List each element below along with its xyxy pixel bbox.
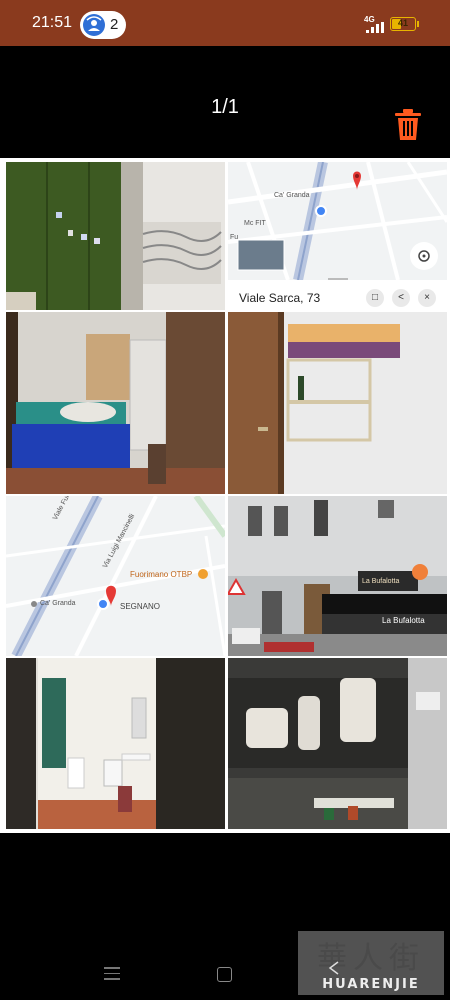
page-counter: 1/1 (211, 96, 239, 118)
street-sign-top: La Bufalotta (362, 578, 400, 585)
hotspot-indicator[interactable]: 2 (80, 11, 126, 39)
photo-bathroom (6, 658, 225, 829)
map-neighborhood[interactable]: Viale Fulvio Testi Via Luigi Mancinelli … (6, 496, 225, 656)
photo-shelf (228, 312, 447, 494)
photo-street: La Bufalotta La Bufalotta (228, 496, 447, 656)
delete-button[interactable] (393, 108, 423, 142)
battery-tip (417, 21, 419, 27)
photo-wardrobe (6, 162, 225, 310)
map-label-ca-granda-2: Ca' Granda (40, 600, 76, 607)
photo-kitchen (228, 658, 447, 829)
watermark-english: HUARENJIE (322, 977, 420, 992)
battery-level: 41 (397, 18, 408, 28)
battery-icon: 41 (390, 17, 416, 31)
map-location[interactable]: Ca' Granda Mc FIT Fu Viale Sarca, 73 □ <… (228, 162, 447, 310)
photo-bedroom (6, 312, 225, 494)
map-label-segnano: SEGNANO (120, 602, 161, 611)
back-icon[interactable] (328, 961, 340, 975)
status-bar: 21:51 2 4G 41 (0, 0, 450, 46)
home-icon[interactable] (217, 967, 232, 982)
place-card[interactable]: Viale Sarca, 73 □ < × (228, 280, 447, 310)
hotspot-count: 2 (110, 16, 119, 33)
trash-icon (395, 109, 421, 140)
signal-icon (366, 22, 384, 33)
watermark-chinese: 華人街 (317, 941, 425, 976)
menu-icon[interactable] (104, 967, 120, 981)
watermark: 華人街 HUARENJIE (298, 931, 444, 995)
bookmark-icon[interactable]: □ (366, 289, 384, 307)
map-label-ca-granda: Ca' Granda (274, 192, 310, 199)
map-label-mcfit: Mc FIT (244, 220, 266, 227)
map-label-fuorimano: Fuorimano OTBP (130, 570, 193, 579)
photo-collage[interactable]: Ca' Granda Mc FIT Fu Viale Sarca, 73 □ <… (0, 158, 450, 833)
map-label-fu: Fu (230, 234, 239, 241)
hotspot-icon (83, 14, 105, 36)
place-name: Viale Sarca, 73 (239, 291, 321, 305)
close-icon[interactable]: × (418, 289, 436, 307)
street-sign-awning: La Bufalotta (382, 616, 425, 625)
share-icon[interactable]: < (392, 289, 410, 307)
status-time: 21:51 (32, 14, 73, 31)
